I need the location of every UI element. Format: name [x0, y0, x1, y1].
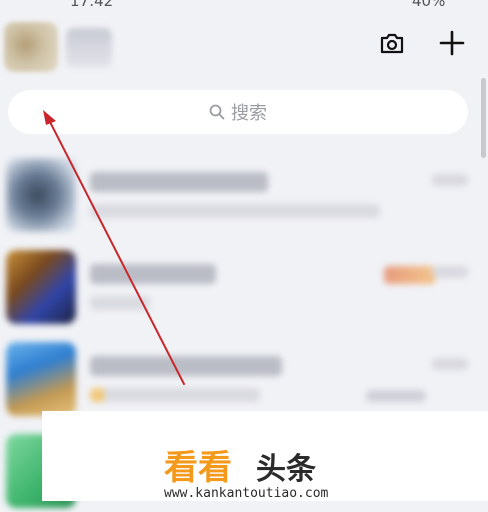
- chat-preview: [90, 296, 150, 310]
- status-time: 17:42: [70, 0, 114, 10]
- chat-extra: [366, 390, 426, 402]
- search-bar[interactable]: 搜索: [8, 90, 468, 134]
- camera-button[interactable]: [377, 28, 407, 58]
- chat-title: [90, 264, 216, 284]
- chat-time: [432, 174, 468, 186]
- chat-time: [432, 358, 468, 370]
- scrollbar[interactable]: [481, 78, 486, 158]
- avatar[interactable]: [4, 22, 58, 72]
- chat-preview: [90, 204, 380, 218]
- status-battery: 40%: [412, 0, 446, 10]
- chat-time: [432, 266, 468, 278]
- watermark-url: www.kankantoutiao.com: [164, 486, 329, 501]
- chat-list-item[interactable]: [0, 150, 488, 242]
- plus-icon: [439, 30, 465, 56]
- chat-title: [90, 172, 268, 192]
- search-placeholder: 搜索: [231, 103, 267, 124]
- account-name[interactable]: [66, 28, 112, 68]
- chat-preview: [90, 388, 260, 402]
- watermark-brand-rest: 头条: [256, 452, 316, 487]
- watermark-brand-highlight: 看看: [164, 448, 232, 488]
- add-button[interactable]: [437, 28, 467, 58]
- camera-icon: [380, 33, 404, 54]
- watermark-logo: 看看 头条 www.kankantoutiao.com: [164, 448, 329, 501]
- header: [0, 14, 488, 78]
- status-bar: 17:42 40%: [0, 0, 488, 12]
- search-icon: [209, 104, 225, 120]
- watermark: 看看 头条 www.kankantoutiao.com: [42, 411, 488, 501]
- chat-avatar: [6, 250, 76, 324]
- chat-avatar: [6, 342, 76, 416]
- chat-title: [90, 356, 282, 376]
- chat-badge: [384, 266, 436, 284]
- chat-list-item[interactable]: [0, 242, 488, 334]
- chat-avatar: [6, 158, 76, 232]
